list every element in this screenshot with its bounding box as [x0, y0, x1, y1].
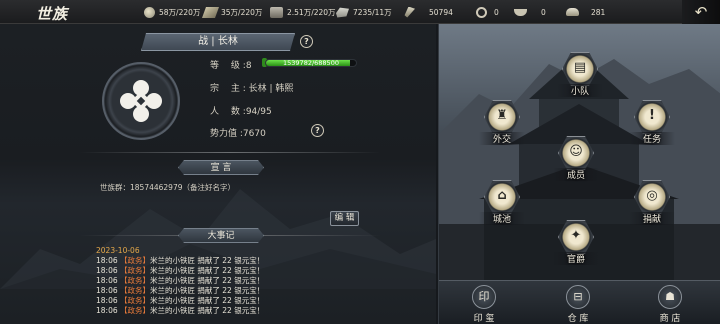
diplomacy-label: 外交 — [479, 132, 525, 145]
resource-value: 58万/220万 — [159, 7, 201, 17]
power-help-icon[interactable]: ? — [311, 124, 324, 137]
level-value: :8 — [242, 61, 252, 71]
ranks-icon: ✦ — [570, 228, 582, 243]
edit-declaration-button[interactable]: 编 辑 — [330, 211, 359, 226]
ring-icon — [476, 6, 487, 18]
seal-button[interactable]: 印 印 玺 — [461, 285, 507, 324]
event-row: 18:06 【政务】米兰的小铁匠 捐献了 22 银元宝！ — [96, 276, 265, 285]
power-label: 势力值 — [210, 129, 238, 139]
event-row: 18:06 【政务】米兰的小铁匠 捐献了 22 银元宝！ — [96, 256, 265, 265]
ranks-label: 官爵 — [553, 252, 599, 265]
back-button[interactable]: ↶ — [682, 0, 720, 24]
squad-button[interactable]: ▤ 小队 — [557, 50, 603, 97]
diplomacy-icon: ♜ — [496, 108, 508, 123]
ingot-icon — [566, 8, 579, 16]
lord-row: 宗 主 : 长林 | 韩熙 — [210, 81, 293, 94]
resource-wood: 35万/220万 — [201, 0, 263, 24]
warehouse-icon: ⊟ — [566, 285, 590, 309]
resource-bar: 世族 58万/220万 35万/220万 2.51万/220万 7235/11万… — [0, 0, 720, 24]
event-row: 18:06 【政务】米兰的小铁匠 捐献了 22 银元宝！ — [96, 286, 265, 295]
resource-iron: 7235/11万 — [336, 0, 392, 24]
game-logo: 世族 — [36, 5, 69, 23]
event-date: 2023-10-06 — [96, 246, 140, 255]
event-row: 18:06 【政务】米兰的小铁匠 捐献了 22 银元宝！ — [96, 306, 265, 315]
declaration-title: 宣 言 — [178, 160, 264, 175]
level-label-2: 级 — [230, 61, 240, 71]
members-value: :94/95 — [242, 107, 272, 117]
feather-icon — [404, 6, 415, 18]
seal-icon: 印 — [472, 285, 496, 309]
members-icon: ☺ — [569, 144, 583, 159]
back-arrow-icon: ↶ — [694, 2, 708, 21]
resource-stone: 2.51万/220万 — [270, 0, 336, 24]
resource-value: 35万/220万 — [221, 7, 263, 17]
shop-button[interactable]: ☗ 商 店 — [647, 285, 693, 324]
resource-value: 2.51万/220万 — [287, 7, 336, 17]
events-title: 大事记 — [178, 228, 264, 243]
clan-name-banner: 战 | 长林 — [141, 33, 295, 51]
resource-coin: 58万/220万 — [144, 0, 200, 24]
resource-value: 50794 — [429, 7, 453, 17]
members-label: 人 — [210, 107, 220, 117]
donate-icon: ◎ — [646, 188, 658, 203]
level-row: 等 级 :8 — [210, 58, 252, 71]
resource-value: 0 — [494, 7, 499, 17]
diplomacy-button[interactable]: ♜ 外交 — [479, 98, 525, 145]
resource-feather: 50794 — [402, 0, 453, 24]
tasks-icon: ! — [649, 108, 655, 123]
lord-value: : 长林 | 韩熙 — [242, 84, 294, 94]
wood-icon — [201, 6, 220, 18]
clan-emblem — [102, 62, 180, 140]
ranks-button[interactable]: ✦ 官爵 — [553, 218, 599, 265]
power-value: :7670 — [239, 129, 266, 139]
donate-button[interactable]: ◎ 捐献 — [629, 178, 675, 225]
help-icon[interactable]: ? — [300, 35, 313, 48]
clan-hall-panel: ▤ 小队 ♜ 外交 ! 任务 ☺ 成员 ⌂ 城池 ◎ 捐献 ✦ 官爵 印 印 玺… — [438, 24, 720, 324]
divider — [80, 152, 380, 153]
tasks-label: 任务 — [629, 132, 675, 145]
city-icon: ⌂ — [497, 188, 507, 203]
shop-icon: ☗ — [658, 285, 682, 309]
clover-emblem-icon — [120, 80, 162, 122]
resource-ring: 0 — [476, 0, 499, 24]
event-row: 18:06 【政务】米兰的小铁匠 捐献了 22 银元宝！ — [96, 266, 265, 275]
lord-label: 宗 — [210, 84, 220, 94]
clan-info-panel: 战 | 长林 ? 等 级 :8 1539782/688500 宗 主 : 长林 … — [0, 24, 436, 324]
bowl-icon — [514, 8, 527, 16]
level-label: 等 — [210, 61, 220, 71]
event-row: 18:06 【政务】米兰的小铁匠 捐献了 22 银元宝！ — [96, 296, 265, 305]
exp-text: 1539782/688500 — [283, 59, 339, 67]
city-label: 城池 — [479, 212, 525, 225]
tasks-button[interactable]: ! 任务 — [629, 98, 675, 145]
coin-icon — [144, 6, 155, 18]
shop-label: 商 店 — [659, 314, 681, 324]
warehouse-button[interactable]: ⊟ 仓 库 — [555, 285, 601, 324]
squad-icon: ▤ — [573, 60, 587, 75]
members-row: 人 数 :94/95 — [210, 104, 272, 117]
warehouse-label: 仓 库 — [567, 314, 589, 324]
stone-icon — [270, 6, 283, 18]
lord-label-2: 主 — [230, 84, 240, 94]
iron-icon — [336, 7, 349, 18]
members-label: 成员 — [553, 168, 599, 181]
exp-bar: 1539782/688500 — [265, 59, 357, 67]
event-log: 2023-10-06 18:06 【政务】米兰的小铁匠 捐献了 22 银元宝！ … — [96, 246, 264, 316]
power-row: 势力值 :7670 — [210, 126, 266, 139]
city-button[interactable]: ⌂ 城池 — [479, 178, 525, 225]
bottom-action-bar: 印 印 玺 ⊟ 仓 库 ☗ 商 店 — [439, 280, 720, 324]
members-label-2: 数 — [230, 107, 240, 117]
resource-bowl: 0 — [514, 0, 546, 24]
resource-value: 0 — [541, 7, 546, 17]
members-button[interactable]: ☺ 成员 — [553, 134, 599, 181]
resource-value: 7235/11万 — [353, 7, 392, 17]
resource-value: 281 — [591, 7, 606, 17]
seal-label: 印 玺 — [473, 314, 495, 324]
resource-ingot: 281 — [566, 0, 605, 24]
squad-label: 小队 — [557, 84, 603, 97]
donate-label: 捐献 — [629, 212, 675, 225]
declaration-text: 世族群：18574462979（备注好名字） — [100, 183, 235, 192]
